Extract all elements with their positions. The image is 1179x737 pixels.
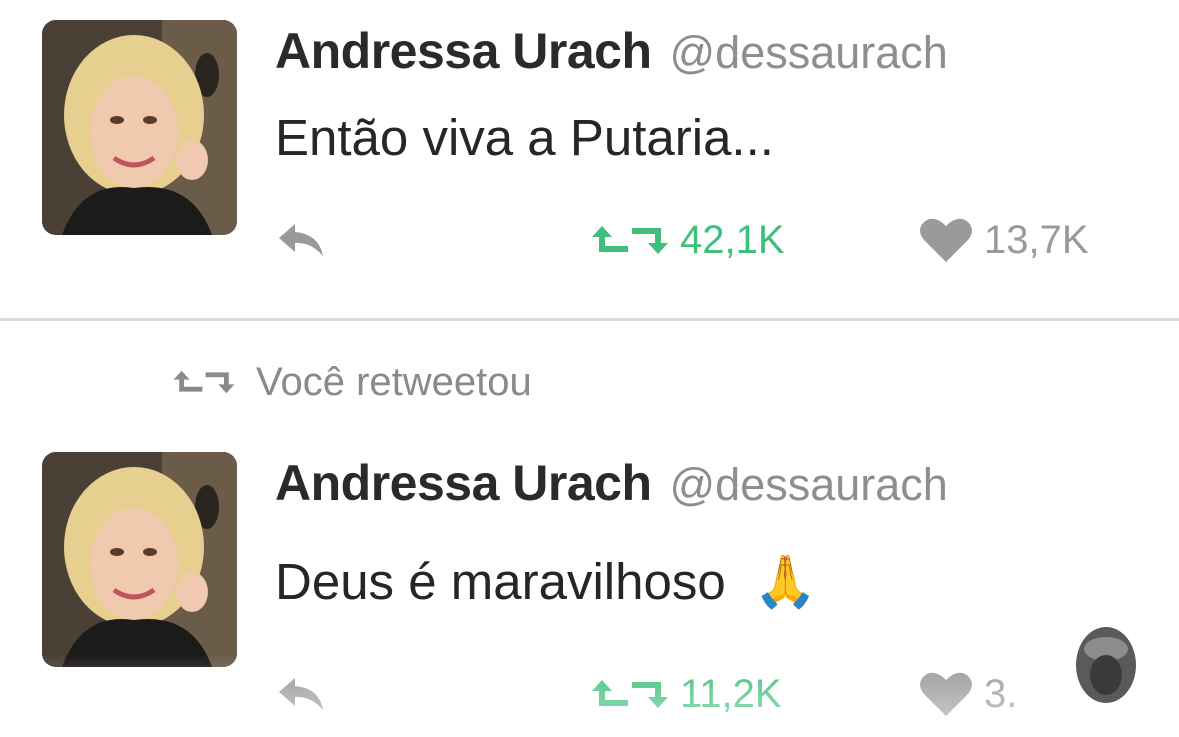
retweet-count: 11,2K: [680, 672, 782, 716]
reply-icon: [279, 224, 323, 256]
heart-icon: [920, 218, 972, 262]
retweeted-indicator: Você retweetou: [172, 362, 532, 402]
tweet-text-content: Deus é maravilhoso: [275, 553, 726, 610]
like-button[interactable]: 3.: [918, 664, 1017, 724]
author-name[interactable]: Andressa Urach: [275, 23, 652, 79]
retweet-icon: [173, 370, 235, 394]
author-handle[interactable]: @dessaurach: [670, 27, 948, 78]
author-handle[interactable]: @dessaurach: [670, 459, 948, 510]
heart-icon: [920, 672, 972, 716]
tweet-header: Andressa Urach @dessaurach: [275, 458, 948, 508]
tweet-text: Então viva a Putaria...: [275, 112, 774, 163]
like-count: 13,7K: [984, 218, 1089, 262]
reply-button[interactable]: [275, 210, 327, 270]
retweeted-label: Você retweetou: [256, 360, 532, 404]
avatar[interactable]: [42, 20, 237, 235]
reply-icon: [279, 678, 323, 710]
retweet-count: 42,1K: [680, 218, 785, 262]
profile-photo-icon: [42, 20, 237, 235]
reply-button[interactable]: [275, 664, 327, 724]
retweet-icon: [592, 680, 668, 708]
like-button[interactable]: 13,7K: [918, 210, 1089, 270]
watermark-logo-icon: [1072, 625, 1140, 707]
tweet-header: Andressa Urach @dessaurach: [275, 26, 948, 76]
author-name[interactable]: Andressa Urach: [275, 455, 652, 511]
retweet-button[interactable]: 11,2K: [590, 664, 782, 724]
retweet-icon: [592, 226, 668, 254]
tweet-text: Deus é maravilhoso 🙏: [275, 556, 817, 607]
tweet-actions: 11,2K 3.: [0, 664, 1179, 724]
tweet-text-content: Então viva a Putaria...: [275, 109, 774, 166]
retweet-button[interactable]: 42,1K: [590, 210, 785, 270]
tweet-divider: [0, 318, 1179, 321]
tweet-actions: 42,1K 13,7K: [0, 210, 1179, 270]
like-count: 3.: [984, 672, 1018, 716]
profile-photo-icon: [42, 452, 237, 667]
watermark-icon: [1076, 627, 1136, 703]
folded-hands-emoji: 🙏: [753, 553, 818, 610]
avatar[interactable]: [42, 452, 237, 667]
